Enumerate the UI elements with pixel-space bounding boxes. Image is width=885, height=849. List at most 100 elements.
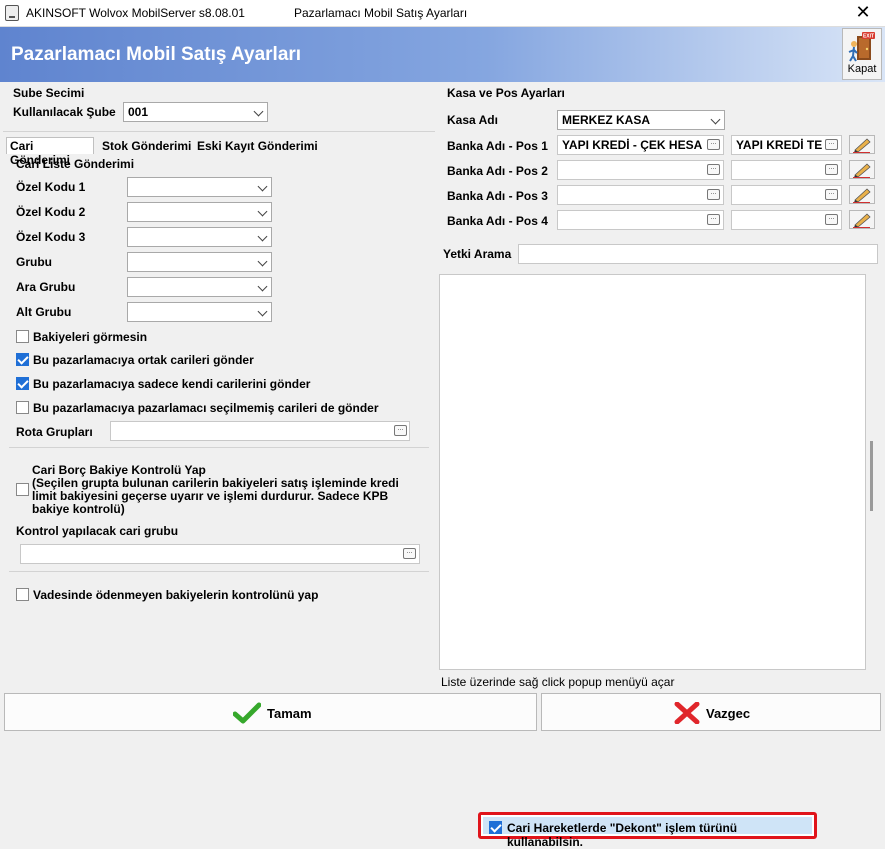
tab-eski-kayit-gonderimi[interactable]: Eski Kayıt Gönderimi [195, 137, 320, 154]
vadesinde-checkbox[interactable] [16, 588, 29, 601]
banka-pos-3-field-1[interactable] [557, 185, 724, 205]
window-title: AKINSOFT Wolvox MobilServer s8.08.01 [26, 6, 245, 20]
left-panel: Sube Secimi Kullanılacak Şube 001 Cari G… [3, 85, 435, 689]
yetki-list[interactable]: Cari Hareketlerde "Dekont" işlem türünü … [439, 274, 866, 849]
vadesinde-label: Vadesinde ödenmeyen bakiyelerin kontrolü… [33, 588, 319, 602]
tab-cari-gonderimi[interactable]: Cari Gönderimi [6, 137, 94, 167]
exit-badge-text: EXIT [863, 34, 874, 40]
yetki-arama-field[interactable] [518, 244, 878, 264]
ozel-kodu-2-label: Özel Kodu 2 [16, 205, 86, 219]
green-check-icon [233, 702, 261, 724]
ozel-kodu-3-select[interactable] [127, 227, 272, 247]
banka-pos-1-edit-button[interactable] [849, 135, 875, 154]
banka-pos-2-browse-2-icon[interactable]: ... [825, 164, 838, 175]
banka-pos-1-label: Banka Adı - Pos 1 [447, 139, 548, 153]
title-bar: AKINSOFT Wolvox MobilServer s8.08.01 Paz… [0, 0, 885, 27]
right-panel: Kasa ve Pos Ayarları Kasa Adı MERKEZ KAS… [438, 85, 882, 849]
branch-label: Kullanılacak Şube [13, 105, 116, 119]
branch-select[interactable]: 001 [123, 102, 268, 122]
ortak-carileri-checkbox[interactable] [16, 353, 29, 366]
kontrol-grubu-title: Kontrol yapılacak cari grubu [16, 524, 179, 538]
banka-pos-4-browse-2-icon[interactable]: ... [825, 214, 838, 225]
banka-pos-4-label: Banka Adı - Pos 4 [447, 214, 548, 228]
chevron-down-icon [257, 256, 268, 267]
ozel-kodu-2-select[interactable] [127, 202, 272, 222]
kasa-adi-select[interactable]: MERKEZ KASA [557, 110, 725, 130]
rota-gruplari-browse-icon[interactable]: ... [394, 425, 407, 436]
kapat-label: Kapat [847, 63, 877, 75]
app-icon [5, 5, 19, 21]
chevron-down-icon [257, 306, 268, 317]
kontrol-group-bottom-border [9, 571, 429, 572]
kendi-carilerini-label: Bu pazarlamacıya sadece kendi carilerini… [33, 377, 311, 391]
rota-gruplari-field[interactable] [110, 421, 410, 441]
banka-pos-2-browse-1-icon[interactable]: ... [707, 164, 720, 175]
bakiyeleri-gormesin-checkbox[interactable] [16, 330, 29, 343]
borc-bakiye-title: Cari Borç Bakiye Kontrolü Yap [32, 463, 206, 477]
chevron-down-icon [257, 281, 268, 292]
list-scrollbar[interactable] [870, 441, 873, 511]
borc-bakiye-desc-1: (Seçilen grupta bulunan carilerin bakiye… [32, 476, 399, 490]
dekont-label: Cari Hareketlerde "Dekont" işlem türünü … [507, 821, 738, 849]
banka-pos-3-browse-2-icon[interactable]: ... [825, 189, 838, 200]
page-title: Pazarlamacı Mobil Satış Ayarları [11, 44, 302, 65]
borc-bakiye-checkbox[interactable] [16, 483, 29, 496]
banka-pos-1-value-2: YAPI KREDİ TE [736, 138, 823, 152]
red-x-icon [674, 702, 700, 724]
pencil-icon [853, 213, 871, 228]
cari-group-bottom-border [9, 447, 429, 448]
ozel-kodu-1-select[interactable] [127, 177, 272, 197]
tamam-label: Tamam [267, 706, 312, 721]
kontrol-grubu-field[interactable] [20, 544, 420, 564]
close-icon[interactable]: ✕ [851, 2, 875, 23]
pencil-icon [853, 138, 871, 153]
kapat-button[interactable]: EXIT Kapat [842, 28, 882, 80]
dekont-checkbox[interactable] [489, 821, 502, 834]
grubu-select[interactable] [127, 252, 272, 272]
dekont-row[interactable]: Cari Hareketlerde "Dekont" işlem türünü … [483, 817, 812, 849]
banka-pos-3-browse-1-icon[interactable]: ... [707, 189, 720, 200]
kasa-adi-value: MERKEZ KASA [562, 113, 651, 127]
borc-bakiye-desc-3: bakiye kontrolü) [32, 502, 125, 516]
grubu-label: Grubu [16, 255, 52, 269]
tab-stok-gonderimi[interactable]: Stok Gönderimi [100, 137, 193, 154]
banka-pos-2-field-1[interactable] [557, 160, 724, 180]
kasa-pos-group-title: Kasa ve Pos Ayarları [447, 86, 565, 100]
pencil-icon [853, 163, 871, 178]
vazgec-button[interactable]: Vazgec [541, 693, 881, 731]
tamam-button[interactable]: Tamam [4, 693, 537, 731]
banka-pos-1-browse-2-icon[interactable]: ... [825, 139, 838, 150]
chevron-down-icon [257, 181, 268, 192]
ara-grubu-select[interactable] [127, 277, 272, 297]
secilmemis-carileri-label: Bu pazarlamacıya pazarlamacı seçilmemiş … [33, 401, 379, 415]
kasa-adi-label: Kasa Adı [447, 113, 498, 127]
banka-pos-4-browse-1-icon[interactable]: ... [707, 214, 720, 225]
cari-list-group-title: Cari Liste Gönderimi [16, 157, 135, 171]
banka-pos-4-edit-button[interactable] [849, 210, 875, 229]
exit-door-icon: EXIT [848, 32, 875, 62]
chevron-down-icon [253, 106, 264, 117]
rota-gruplari-label: Rota Grupları [16, 425, 93, 439]
alt-grubu-label: Alt Grubu [16, 305, 72, 319]
banka-pos-1-field-1[interactable]: YAPI KREDİ - ÇEK HESA [557, 135, 724, 155]
kendi-carilerini-checkbox[interactable] [16, 377, 29, 390]
branch-divider [3, 131, 435, 132]
branch-value: 001 [128, 105, 149, 119]
header-band: Pazarlamacı Mobil Satış Ayarları [0, 27, 885, 82]
banka-pos-2-edit-button[interactable] [849, 160, 875, 179]
ara-grubu-label: Ara Grubu [16, 280, 76, 294]
alt-grubu-select[interactable] [127, 302, 272, 322]
banka-pos-1-browse-1-icon[interactable]: ... [707, 139, 720, 150]
yetki-arama-label: Yetki Arama [443, 247, 512, 261]
branch-group-title: Sube Secimi [13, 86, 85, 100]
bakiyeleri-gormesin-label: Bakiyeleri görmesin [33, 330, 148, 344]
pencil-icon [853, 188, 871, 203]
secilmemis-carileri-checkbox[interactable] [16, 401, 29, 414]
window-subtitle: Pazarlamacı Mobil Satış Ayarları [294, 6, 468, 20]
banka-pos-3-edit-button[interactable] [849, 185, 875, 204]
chevron-down-icon [257, 231, 268, 242]
banka-pos-4-field-1[interactable] [557, 210, 724, 230]
banka-pos-3-label: Banka Adı - Pos 3 [447, 189, 548, 203]
kontrol-grubu-browse-icon[interactable]: ... [403, 548, 416, 559]
vazgec-label: Vazgec [706, 706, 751, 721]
